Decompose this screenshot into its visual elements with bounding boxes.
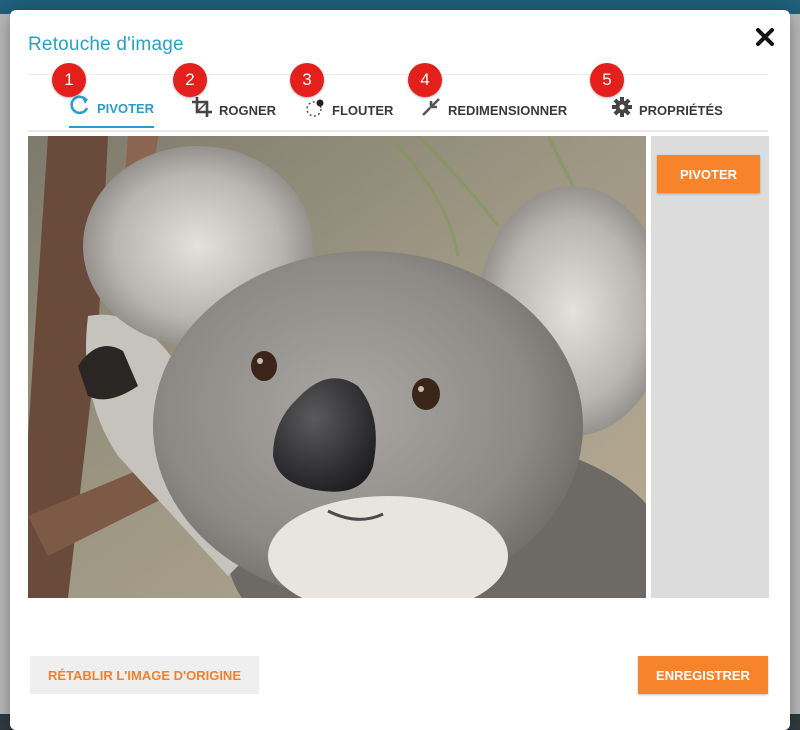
tab-label: PIVOTER (97, 101, 155, 116)
step-badge-1: 1 (52, 63, 86, 97)
close-button[interactable] (754, 26, 776, 48)
tab-redimensionner[interactable]: REDIMENSIONNER (420, 74, 567, 128)
tab-label: FLOUTER (332, 103, 394, 118)
step-badge-2: 2 (173, 63, 207, 97)
editor-tabs: PIVOTER ROGNER FLOUTER REDIMENSIONNER PR… (28, 74, 768, 132)
save-button[interactable]: ENREGISTRER (638, 656, 768, 694)
dialog-title: Retouche d'image (28, 34, 184, 55)
tab-proprietes[interactable]: PROPRIÉTÉS (611, 74, 723, 128)
resize-icon (422, 98, 440, 116)
image-preview (28, 136, 646, 598)
reset-image-button[interactable]: RÉTABLIR L'IMAGE D'ORIGINE (30, 656, 259, 694)
close-icon (756, 28, 774, 46)
step-badge-3: 3 (290, 63, 324, 97)
rotate-icon (70, 95, 89, 115)
tab-label: ROGNER (219, 103, 277, 118)
gear-icon (612, 97, 632, 117)
koala-photo (28, 136, 646, 598)
tab-label: REDIMENSIONNER (448, 103, 568, 118)
tab-label: PROPRIÉTÉS (639, 103, 723, 118)
blur-icon (306, 99, 324, 117)
rotate-button[interactable]: PIVOTER (657, 155, 760, 193)
step-badge-5: 5 (590, 63, 624, 97)
crop-icon (192, 97, 212, 117)
step-badge-4: 4 (408, 63, 442, 97)
image-editor-dialog: Retouche d'image PIVOTER ROGNER FLOUTER … (10, 10, 790, 730)
tool-panel: PIVOTER (651, 136, 769, 598)
